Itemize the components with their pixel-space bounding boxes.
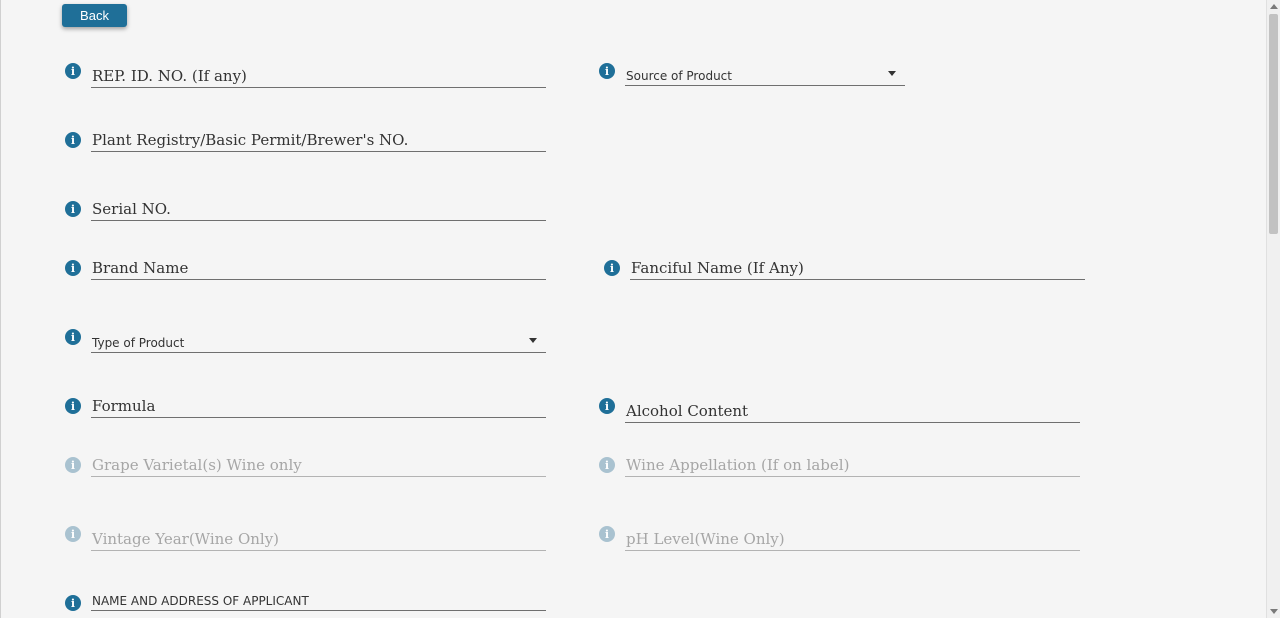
name-address-field[interactable]: NAME AND ADDRESS OF APPLICANT — [91, 588, 546, 611]
type-of-product-select[interactable]: Type of Product — [91, 326, 546, 353]
formula-field[interactable]: Formula — [91, 392, 546, 418]
info-icon: i — [599, 526, 615, 542]
type-of-product-label: Type of Product — [92, 336, 185, 350]
fanciful-name-field[interactable]: Fanciful Name (If Any) — [630, 254, 1085, 280]
chevron-down-icon — [888, 71, 896, 76]
info-icon[interactable]: i — [65, 132, 81, 148]
info-icon: i — [65, 526, 81, 542]
alcohol-content-field[interactable]: Alcohol Content — [625, 395, 1080, 423]
plant-registry-field[interactable]: Plant Registry/Basic Permit/Brewer's NO. — [91, 126, 546, 152]
wine-appellation-field: Wine Appellation (If on label) — [625, 451, 1080, 477]
source-of-product-label: Source of Product — [626, 69, 732, 83]
info-icon[interactable]: i — [65, 398, 81, 414]
info-icon[interactable]: i — [599, 398, 615, 414]
scroll-up-arrow-icon[interactable] — [1270, 4, 1278, 9]
info-icon[interactable]: i — [599, 63, 615, 79]
scroll-down-arrow-icon[interactable] — [1270, 609, 1278, 614]
info-icon[interactable]: i — [604, 260, 620, 276]
rep-id-field[interactable]: REP. ID. NO. (If any) — [91, 60, 546, 88]
plant-registry-label: Plant Registry/Basic Permit/Brewer's NO. — [92, 131, 409, 149]
source-of-product-select[interactable]: Source of Product — [625, 60, 905, 86]
info-icon[interactable]: i — [65, 329, 81, 345]
info-icon[interactable]: i — [65, 595, 81, 611]
formula-label: Formula — [92, 397, 156, 415]
info-icon[interactable]: i — [65, 63, 81, 79]
scrollbar-thumb[interactable] — [1269, 14, 1278, 234]
vertical-scrollbar[interactable] — [1266, 0, 1280, 618]
brand-name-label: Brand Name — [92, 259, 189, 277]
grape-varietal-field: Grape Varietal(s) Wine only — [91, 451, 546, 477]
info-icon: i — [599, 457, 615, 473]
serial-no-field[interactable]: Serial NO. — [91, 195, 546, 221]
brand-name-field[interactable]: Brand Name — [91, 254, 546, 280]
wine-appellation-label: Wine Appellation (If on label) — [626, 456, 850, 474]
serial-no-label: Serial NO. — [92, 200, 171, 218]
fanciful-name-label: Fanciful Name (If Any) — [631, 259, 804, 277]
chevron-down-icon — [529, 338, 537, 343]
ph-level-label: pH Level(Wine Only) — [626, 530, 785, 548]
name-address-label: NAME AND ADDRESS OF APPLICANT — [92, 594, 309, 608]
vintage-year-label: Vintage Year(Wine Only) — [92, 530, 280, 548]
info-icon[interactable]: i — [65, 260, 81, 276]
vintage-year-field: Vintage Year(Wine Only) — [91, 523, 546, 551]
ph-level-field: pH Level(Wine Only) — [625, 523, 1080, 551]
back-button[interactable]: Back — [62, 4, 127, 27]
info-icon[interactable]: i — [65, 201, 81, 217]
rep-id-label: REP. ID. NO. (If any) — [92, 67, 247, 85]
grape-varietal-label: Grape Varietal(s) Wine only — [92, 456, 302, 474]
form-page: Back i REP. ID. NO. (If any) i Source of… — [0, 0, 1266, 618]
info-icon: i — [65, 457, 81, 473]
alcohol-content-label: Alcohol Content — [626, 402, 749, 420]
